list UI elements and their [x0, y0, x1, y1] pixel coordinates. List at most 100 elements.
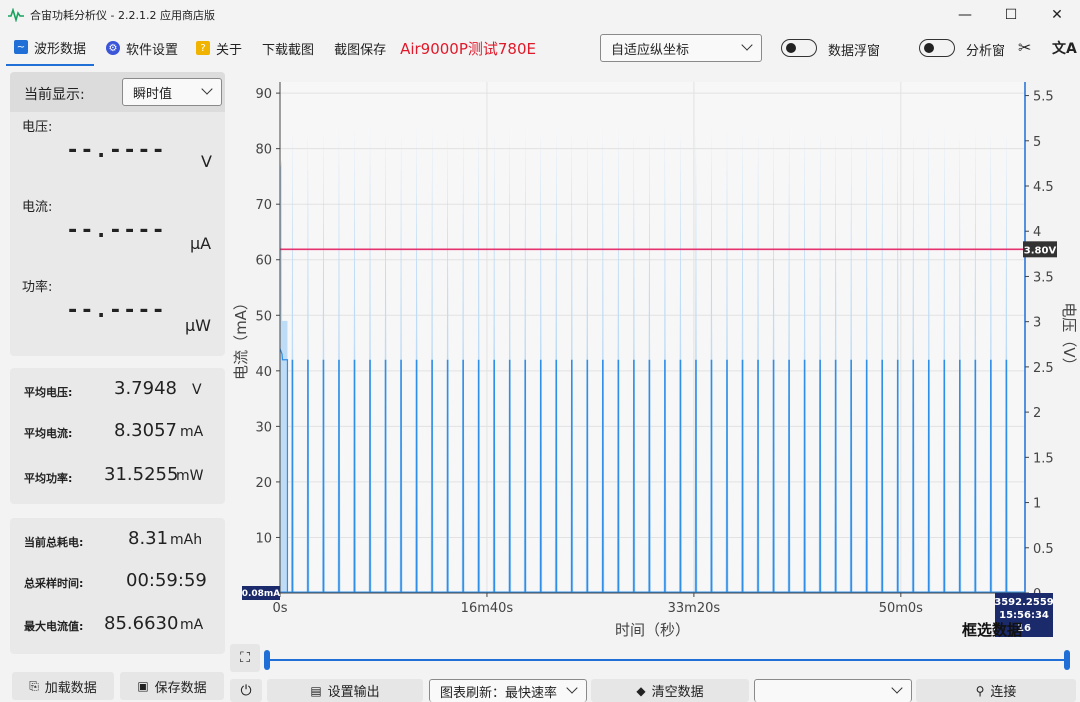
y-tick-label: 10: [255, 531, 272, 546]
y2-tick-label: 1.5: [1033, 451, 1054, 466]
avg-voltage-value: 3.7948: [114, 378, 177, 399]
y-tick-label: 70: [255, 198, 272, 213]
chevron-down-icon: [201, 83, 213, 95]
tab-about[interactable]: ? 关于: [188, 30, 250, 66]
realtime-panel: 当前显示: 瞬时值 电压: --.---- V 电流: --.---- μA 功…: [10, 72, 225, 356]
load-icon: ⎘: [29, 678, 39, 693]
connect-button[interactable]: ⚲ 连接: [916, 679, 1076, 702]
sample-time-label: 总采样时间:: [24, 577, 84, 590]
avg-current-value: 8.3057: [114, 420, 177, 441]
clear-data-button[interactable]: ◆ 清空数据: [591, 679, 749, 702]
max-current-unit: mA: [180, 617, 204, 633]
float-data-label: 数据浮窗: [828, 44, 881, 59]
save-screenshot-label: 截图保存: [334, 42, 387, 58]
translate-icon[interactable]: 文A: [1052, 38, 1077, 58]
waveform-chart[interactable]: 10203040506070809000.511.522.533.544.555…: [228, 70, 1080, 642]
cursor-readout-line: 3592.2559: [994, 597, 1054, 608]
x-tick-label: 33m20s: [668, 601, 721, 616]
avg-current-label: 平均电流:: [24, 427, 73, 440]
close-button[interactable]: ✕: [1034, 0, 1080, 30]
power-button[interactable]: ⏻: [230, 679, 262, 702]
tab-waveform[interactable]: ~ 波形数据: [6, 30, 95, 66]
y2-tick-label: 1: [1033, 497, 1041, 512]
total-consumption-unit: mAh: [170, 532, 203, 548]
toolbar: ~ 波形数据 ⚙ 软件设置 ? 关于 下载截图 截图保存 Air9000P测试7…: [0, 30, 1080, 66]
totals-panel: 当前总耗电: 8.31 mAh 总采样时间: 00:59:59 最大电流值: 8…: [10, 518, 225, 654]
eraser-icon: ◆: [636, 683, 646, 698]
voltage-value: --.----: [66, 138, 166, 163]
question-icon: ?: [196, 41, 211, 55]
title-bar: 合宙功耗分析仪 - 2.2.1.2 应用商店版 — ☐ ✕: [0, 0, 1080, 30]
analysis-window-label: 分析窗: [966, 44, 1006, 59]
y-tick-label: 60: [255, 254, 272, 269]
y-tick-label: 40: [255, 365, 272, 380]
save-data-button[interactable]: ▣ 保存数据: [120, 672, 224, 700]
display-mode-value: 瞬时值: [133, 86, 173, 102]
current-unit: μA: [190, 234, 212, 253]
tab-settings[interactable]: ⚙ 软件设置: [98, 30, 186, 66]
total-consumption-value: 8.31: [128, 528, 169, 549]
max-current-label: 最大电流值:: [24, 620, 84, 633]
sample-time-value: 00:59:59: [126, 570, 207, 591]
fullscreen-button[interactable]: ⛶: [230, 644, 260, 672]
waveform-chart-svg[interactable]: 10203040506070809000.511.522.533.544.555…: [228, 70, 1080, 642]
maximize-button[interactable]: ☐: [988, 0, 1034, 30]
y-tick-label: 20: [255, 476, 272, 491]
power-icon: ⏻: [240, 682, 252, 699]
toggle-knob: [924, 43, 934, 53]
load-data-label: 加载数据: [44, 680, 97, 696]
y2-tick-label: 4: [1033, 225, 1041, 240]
time-range-slider[interactable]: [266, 659, 1070, 661]
tab-waveform-label: 波形数据: [34, 41, 87, 57]
tab-about-label: 关于: [216, 42, 243, 58]
y2-tick-label: 2.5: [1033, 361, 1054, 376]
device-name: Air9000P测试780E: [400, 39, 537, 58]
save-icon: ▣: [137, 679, 149, 693]
power-label: 功率:: [22, 280, 53, 295]
average-panel: 平均电压: 3.7948 V 平均电流: 8.3057 mA 平均功率: 31.…: [10, 368, 225, 504]
display-mode-select[interactable]: 瞬时值: [122, 78, 222, 106]
refresh-mode-select[interactable]: 图表刷新：最快速率: [429, 679, 587, 702]
y2-tick-label: 4.5: [1033, 180, 1054, 195]
y2-tick-label: 0.5: [1033, 542, 1054, 557]
save-data-label: 保存数据: [154, 680, 207, 696]
current-value: --.----: [66, 218, 166, 243]
waveform-icon: ~: [14, 40, 28, 54]
port-select[interactable]: [754, 679, 912, 702]
power-value: --.----: [66, 298, 166, 323]
chevron-down-icon: [891, 682, 903, 694]
connect-label: 连接: [990, 685, 1017, 700]
avg-power-unit: mW: [176, 468, 204, 484]
clear-data-label: 清空数据: [651, 685, 704, 700]
float-data-toggle[interactable]: [781, 39, 817, 57]
scissors-icon[interactable]: ✂: [1018, 38, 1031, 57]
y2-tick-label: 5: [1033, 135, 1041, 150]
y2-tick-label: 3: [1033, 316, 1041, 331]
slider-end-handle[interactable]: [1064, 650, 1070, 670]
y2-tick-label: 5.5: [1033, 90, 1054, 105]
save-screenshot-button[interactable]: 截图保存: [326, 30, 394, 66]
display-mode-label: 当前显示:: [24, 87, 85, 103]
total-consumption-label: 当前总耗电:: [24, 536, 84, 549]
output-settings-label: 设置输出: [327, 685, 380, 700]
axis-mode-select[interactable]: 自适应纵坐标: [600, 34, 762, 62]
gear-icon: ⚙: [106, 41, 121, 55]
avg-current-unit: mA: [180, 424, 204, 440]
avg-power-label: 平均功率:: [24, 472, 73, 485]
avg-voltage-label: 平均电压:: [24, 386, 73, 399]
expand-icon: ⛶: [240, 650, 250, 666]
minimize-button[interactable]: —: [942, 0, 988, 30]
load-data-button[interactable]: ⎘ 加载数据: [12, 672, 114, 700]
download-screenshot-button[interactable]: 下载截图: [254, 30, 322, 66]
tab-settings-label: 软件设置: [126, 42, 179, 58]
voltage-marker-label: 3.80V: [1024, 245, 1057, 256]
analysis-window-toggle[interactable]: [919, 39, 955, 57]
slider-start-handle[interactable]: [264, 650, 270, 670]
output-settings-button[interactable]: ▤ 设置输出: [267, 679, 423, 702]
app-logo-icon: [8, 8, 24, 22]
refresh-mode-value: 图表刷新：最快速率: [440, 685, 558, 701]
y-tick-label: 30: [255, 420, 272, 435]
y-axis-label: 电流（mA）: [232, 295, 250, 380]
y-tick-label: 80: [255, 143, 272, 158]
power-unit: μW: [185, 316, 211, 335]
